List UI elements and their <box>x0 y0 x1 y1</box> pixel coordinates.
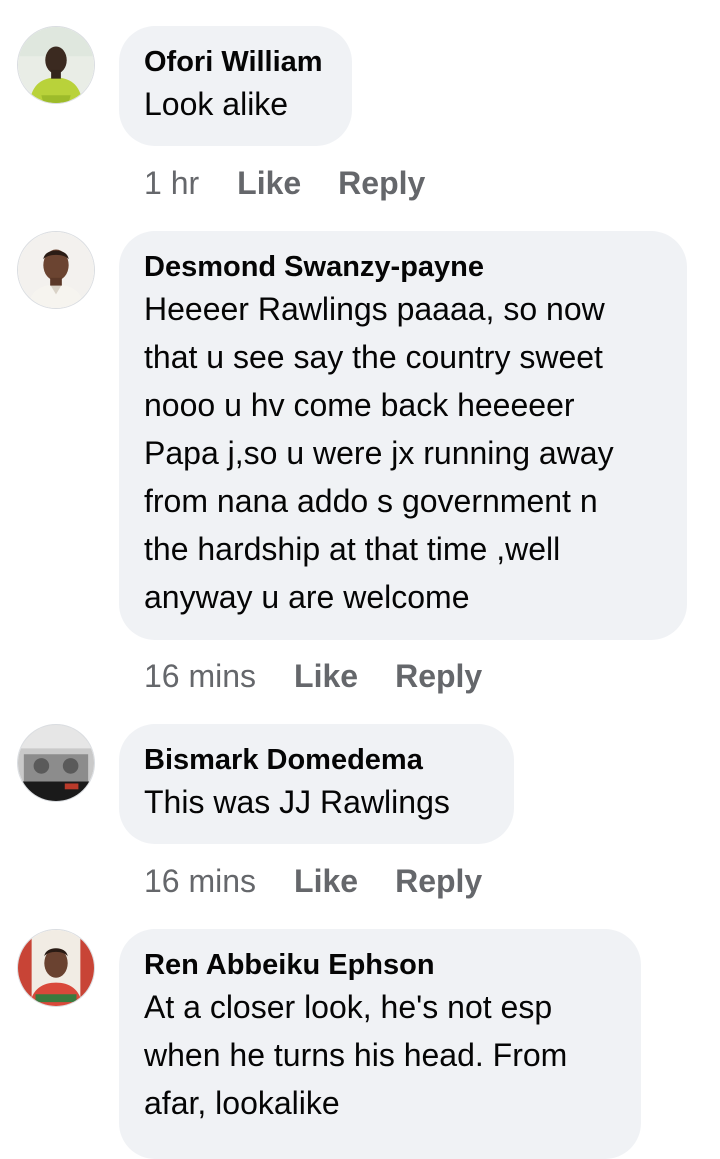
comment-timestamp[interactable]: 1 hr <box>144 165 199 202</box>
comment-author[interactable]: Desmond Swanzy-payne <box>144 249 661 285</box>
avatar-photo <box>18 725 94 801</box>
comment-bubble: Bismark Domedema This was JJ Rawlings <box>119 724 514 844</box>
avatar-photo <box>18 930 94 1006</box>
avatar-ren-abbeiku-ephson[interactable] <box>17 929 95 1007</box>
comment-text: At a closer look, he's not esp when he t… <box>144 989 568 1121</box>
comment-timestamp[interactable]: 16 mins <box>144 658 256 695</box>
comment-bubble: Ren Abbeiku Ephson At a closer look, he'… <box>119 929 641 1159</box>
avatar-desmond-swanzy-payne[interactable] <box>17 231 95 309</box>
comment-actions: 1 hr Like Reply <box>144 159 425 207</box>
avatar-bismark-domedema[interactable] <box>17 724 95 802</box>
comment-author[interactable]: Ofori William <box>144 44 326 80</box>
like-button[interactable]: Like <box>294 863 358 900</box>
like-button[interactable]: Like <box>294 658 358 695</box>
reply-button[interactable]: Reply <box>395 658 482 695</box>
reply-button[interactable]: Reply <box>395 863 482 900</box>
comment-actions: 16 mins Like Reply <box>144 857 482 905</box>
comment-bubble: Desmond Swanzy-payne Heeeer Rawlings paa… <box>119 231 687 640</box>
comment-bubble: Ofori William Look alike <box>119 26 352 146</box>
comment-actions: 16 mins Like Reply <box>144 652 482 700</box>
avatar-photo <box>18 232 94 308</box>
like-button[interactable]: Like <box>237 165 301 202</box>
comment-text: Look alike <box>144 86 289 122</box>
comment-author[interactable]: Ren Abbeiku Ephson <box>144 947 615 983</box>
comment-text: This was JJ Rawlings <box>144 784 450 820</box>
comment-author[interactable]: Bismark Domedema <box>144 742 488 778</box>
comment-timestamp[interactable]: 16 mins <box>144 863 256 900</box>
reply-button[interactable]: Reply <box>338 165 425 202</box>
avatar-photo <box>18 27 94 103</box>
comment-text: Heeeer Rawlings paaaa, so now that u see… <box>144 291 614 615</box>
avatar-ofori-william[interactable] <box>17 26 95 104</box>
